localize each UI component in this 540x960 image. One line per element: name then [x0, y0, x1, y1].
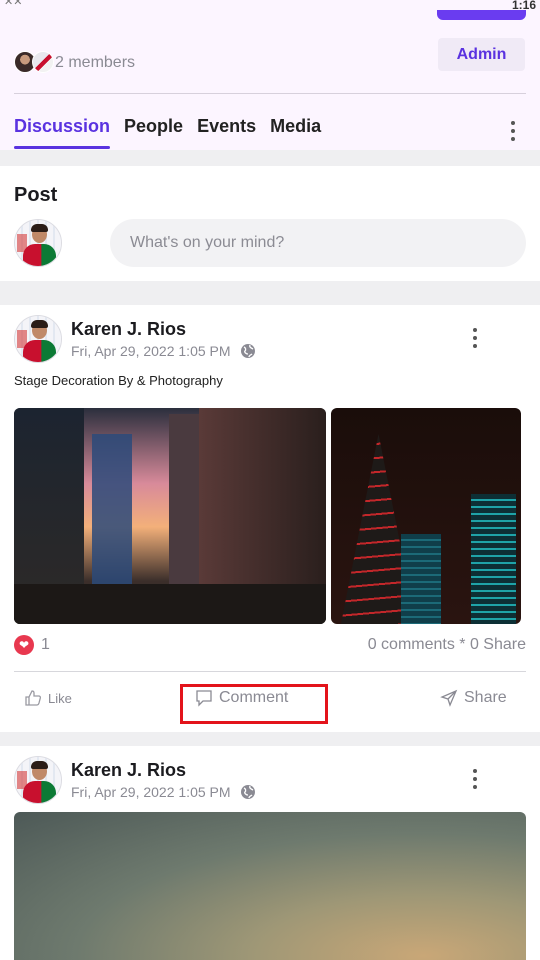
post-title: Post [14, 184, 58, 206]
post-options-icon[interactable] [463, 326, 487, 350]
divider [14, 671, 526, 672]
tab-events[interactable]: Events [197, 116, 256, 149]
send-icon [440, 689, 458, 707]
author-name[interactable]: Karen J. Rios [71, 760, 186, 781]
author-name[interactable]: Karen J. Rios [71, 319, 186, 340]
share-label: Share [464, 689, 507, 706]
post-caption: Stage Decoration By & Photography [14, 373, 223, 388]
feed-post: Karen J. Rios Fri, Apr 29, 2022 1:05 PM … [0, 305, 540, 732]
post-stats[interactable]: 0 comments * 0 Share [368, 636, 526, 654]
divider [14, 93, 526, 94]
post-image-towers[interactable] [331, 408, 521, 624]
create-post-card: Post What's on your mind? [0, 166, 540, 281]
post-timestamp: Fri, Apr 29, 2022 1:05 PM [71, 784, 231, 800]
tab-media[interactable]: Media [270, 116, 321, 149]
thumbs-up-icon [25, 690, 41, 706]
share-button[interactable]: Share [440, 689, 507, 707]
group-header: ✕✕ 1:16 2 members Admin Discussion Peopl… [0, 0, 540, 150]
post-input[interactable]: What's on your mind? [110, 219, 526, 267]
signal-icon: ✕✕ [4, 0, 23, 8]
group-tabs: Discussion People Events Media [14, 116, 335, 149]
post-image-street[interactable] [14, 408, 326, 624]
like-button[interactable]: Like [24, 689, 72, 707]
comment-highlight-box [180, 684, 328, 724]
globe-icon [241, 785, 255, 799]
avatar [32, 51, 54, 73]
post-options-icon[interactable] [463, 767, 487, 791]
feed-post: Karen J. Rios Fri, Apr 29, 2022 1:05 PM [0, 746, 540, 960]
member-avatars[interactable] [14, 51, 54, 75]
heart-icon[interactable]: ❤ [14, 635, 34, 655]
avatar[interactable] [14, 315, 62, 363]
avatar[interactable] [14, 756, 62, 804]
post-image[interactable] [14, 812, 526, 960]
tab-people[interactable]: People [124, 116, 183, 149]
admin-button[interactable]: Admin [438, 38, 525, 71]
reaction-count: 1 [41, 636, 50, 653]
join-button-edge[interactable] [437, 10, 526, 20]
more-options-icon[interactable] [501, 119, 525, 143]
like-label: Like [48, 690, 72, 706]
avatar[interactable] [14, 219, 62, 267]
globe-icon [241, 344, 255, 358]
members-count[interactable]: 2 members [55, 54, 135, 72]
tab-discussion[interactable]: Discussion [14, 116, 111, 149]
post-timestamp: Fri, Apr 29, 2022 1:05 PM [71, 343, 231, 359]
